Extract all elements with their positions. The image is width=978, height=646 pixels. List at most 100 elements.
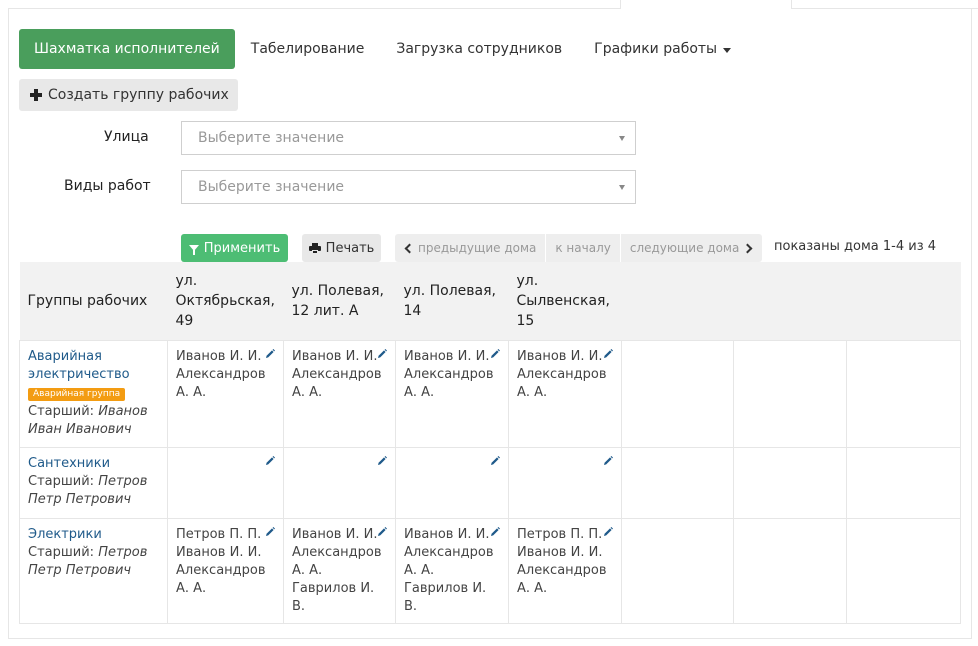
empty-cell: [621, 517, 734, 624]
senior-line: Старший: Иванов Иван Иванович: [28, 403, 159, 439]
assignment-cell: Иванов И. И. Александров А. А.: [167, 339, 284, 448]
empty-cell: [621, 339, 734, 448]
assignment-cell: [395, 446, 509, 519]
worker-name: Иванов И. И.: [176, 544, 262, 560]
chevron-left-icon: [404, 243, 415, 253]
assignment-cell: [167, 446, 284, 519]
empty-column-header: [733, 262, 847, 340]
worker-name: Александров А. А.: [292, 544, 382, 578]
worker-name: Иванов И. И.: [292, 526, 378, 542]
caret-down-icon: [723, 47, 732, 53]
worker-name: Петров П. П.: [517, 526, 603, 542]
senior-line: Старший: Петров Петр Петрович: [28, 473, 159, 509]
worker-name: Петров П. П.: [176, 526, 262, 542]
group-name-link[interactable]: Электрики: [28, 526, 159, 544]
worker-name: Александров А. А.: [176, 366, 266, 400]
pencil-edit-icon[interactable]: [490, 526, 500, 537]
worker-name: Александров А. А.: [176, 562, 266, 596]
main-nav: Шахматка исполнителей Табелирование Загр…: [19, 29, 747, 69]
work-types-label: Виды работ: [64, 178, 151, 194]
create-group-button[interactable]: Создать группу рабочих: [19, 79, 238, 111]
empty-cell: [733, 446, 847, 519]
pencil-edit-icon[interactable]: [377, 348, 387, 359]
group-cell: Аварийная электричество Аварийная группа С…: [19, 339, 168, 448]
senior-label: Старший:: [28, 544, 95, 560]
pencil-edit-icon[interactable]: [490, 455, 500, 466]
pencil-edit-icon[interactable]: [603, 526, 613, 537]
worker-name: Гаврилов И. В.: [404, 580, 487, 614]
group-cell: Электрики Старший: Петров Петр Петрович: [19, 517, 168, 624]
emergency-group-badge: Аварийная группа: [28, 387, 126, 401]
empty-cell: [846, 517, 961, 624]
pencil-edit-icon[interactable]: [377, 526, 387, 537]
work-types-select[interactable]: Выберите значение: [181, 170, 636, 204]
worker-name: Иванов И. И.: [517, 544, 603, 560]
tab-work-schedules[interactable]: Графики работы: [578, 29, 747, 69]
pencil-edit-icon[interactable]: [603, 348, 613, 359]
street-select[interactable]: Выберите значение: [181, 121, 636, 155]
tab-chessboard[interactable]: Шахматка исполнителей: [19, 29, 235, 69]
worker-name: Иванов И. И.: [176, 348, 262, 364]
assignment-cell: Иванов И. И. Александров А. А.: [395, 339, 509, 448]
worker-name: Александров А. А.: [404, 366, 494, 400]
worker-name: Иванов И. И.: [292, 348, 378, 364]
apply-button[interactable]: Применить: [181, 234, 288, 262]
printer-icon: [308, 242, 321, 254]
prev-houses-label: предыдущие дома: [418, 241, 537, 255]
next-houses-button[interactable]: следующие дома: [621, 234, 763, 262]
grid-header-row: Группы рабочих ул. Октябрьская, 49 ул. П…: [19, 262, 961, 340]
worker-name: Иванов И. И.: [404, 526, 490, 542]
pencil-edit-icon[interactable]: [265, 455, 275, 466]
senior-label: Старший:: [28, 403, 95, 419]
create-group-label: Создать группу рабочих: [48, 87, 229, 103]
empty-column-header: [846, 262, 961, 340]
assignment-cell: Иванов И. И. Александров А. А.: [283, 339, 396, 448]
street-label: Улица: [104, 129, 149, 145]
worker-name: Александров А. А.: [517, 562, 607, 596]
to-start-button[interactable]: к началу: [546, 234, 621, 262]
pencil-edit-icon[interactable]: [265, 526, 275, 537]
house-column-header: ул. Октябрьская, 49: [167, 262, 284, 340]
table-row: Сантехники Старший: Петров Петр Петрович: [19, 446, 961, 519]
assignment-cell: Иванов И. И. Александров А. А.: [508, 339, 622, 448]
empty-cell: [846, 339, 961, 448]
worker-name: Иванов И. И.: [517, 348, 603, 364]
house-column-header: ул. Полевая, 12 лит. А: [283, 262, 396, 340]
work-types-select-placeholder: Выберите значение: [198, 179, 345, 195]
house-column-header: ул. Полевая, 14: [395, 262, 509, 340]
shown-houses-count: показаны дома 1-4 из 4: [774, 239, 937, 254]
pencil-edit-icon[interactable]: [603, 455, 613, 466]
house-column-header: ул. Сылвенская, 15: [508, 262, 622, 340]
empty-cell: [846, 446, 961, 519]
pencil-edit-icon[interactable]: [377, 455, 387, 466]
worker-name: Александров А. А.: [404, 544, 494, 578]
tab-timesheet[interactable]: Табелирование: [235, 29, 381, 69]
worker-name: Гаврилов И. В.: [292, 580, 375, 614]
next-houses-label: следующие дома: [629, 241, 740, 255]
assignment-cell: [508, 446, 622, 519]
senior-label: Старший:: [28, 473, 95, 489]
assignment-cell: [283, 446, 396, 519]
select-arrow-icon: [619, 136, 625, 141]
worker-name: Иванов И. И.: [404, 348, 490, 364]
street-select-placeholder: Выберите значение: [198, 130, 345, 146]
print-button[interactable]: Печать: [302, 234, 381, 262]
table-row: Электрики Старший: Петров Петр Петрович Пе…: [19, 517, 961, 624]
table-row: Аварийная электричество Аварийная группа С…: [19, 339, 961, 448]
top-tab-strip: [0, 0, 978, 9]
assignment-cell: Иванов И. И. Александров А. А. Гаврилов И.…: [395, 517, 509, 624]
group-name-link[interactable]: Аварийная электричество: [28, 348, 159, 384]
prev-houses-button[interactable]: предыдущие дома: [395, 234, 547, 262]
filter-icon: [188, 245, 199, 255]
tab-employee-load[interactable]: Загрузка сотрудников: [380, 29, 578, 69]
to-start-label: к началу: [555, 241, 611, 255]
chevron-right-icon: [742, 243, 753, 253]
pencil-edit-icon[interactable]: [265, 348, 275, 359]
pencil-edit-icon[interactable]: [490, 348, 500, 359]
select-arrow-icon: [619, 185, 625, 190]
empty-cell: [733, 517, 847, 624]
group-name-link[interactable]: Сантехники: [28, 455, 159, 473]
plus-icon: [30, 89, 42, 101]
house-pager: предыдущие дома к началу следующие дома: [395, 234, 763, 262]
assignment-cell: Иванов И. И. Александров А. А. Гаврилов И.…: [283, 517, 396, 624]
